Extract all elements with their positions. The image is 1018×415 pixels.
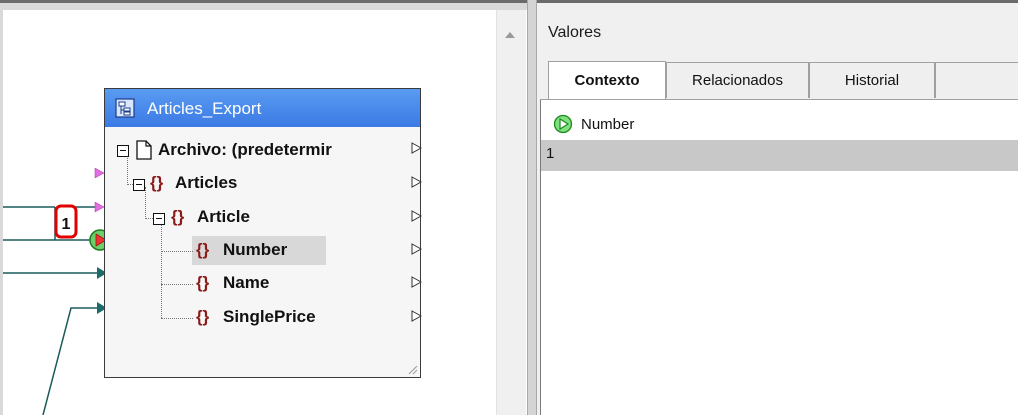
value-row[interactable]: 1 (541, 140, 1018, 171)
mapping-canvas[interactable]: 1 Articles_Export Archivo: (predetermir … (3, 10, 527, 415)
tree-node-root-label[interactable]: Archivo: (predetermir (158, 140, 332, 160)
tree-line (161, 284, 193, 285)
tree-line (161, 251, 193, 252)
input-port-icon[interactable] (94, 201, 105, 213)
tree-line (161, 318, 193, 319)
component-title: Articles_Export (147, 99, 262, 118)
collapse-toggle[interactable] (153, 213, 165, 225)
output-port-icon[interactable] (411, 243, 422, 255)
element-icon: {} (171, 207, 185, 226)
output-port-icon[interactable] (411, 310, 422, 322)
resize-grip-icon[interactable] (406, 363, 418, 375)
output-port-icon[interactable] (411, 142, 422, 154)
tree-line (145, 218, 153, 219)
panel-title: Valores (548, 24, 602, 41)
collapse-toggle[interactable] (133, 179, 145, 191)
tree-line (145, 187, 146, 219)
output-port-icon[interactable] (411, 176, 422, 188)
scroll-up-icon[interactable] (505, 32, 515, 38)
file-icon (136, 140, 152, 160)
element-icon: {} (196, 307, 210, 326)
element-icon: {} (196, 240, 210, 259)
canvas-vertical-scrollbar[interactable] (496, 10, 526, 415)
tab-historial[interactable]: Historial (809, 62, 935, 98)
values-header: Number (541, 112, 634, 136)
panel-splitter[interactable] (527, 0, 537, 415)
values-header-label: Number (581, 115, 635, 133)
tree-node-singleprice[interactable]: SinglePrice (223, 307, 316, 327)
play-icon (553, 114, 573, 134)
output-port-icon[interactable] (411, 210, 422, 222)
component-box[interactable]: Articles_Export Archivo: (predetermir {}… (104, 88, 422, 378)
collapse-toggle[interactable] (117, 145, 129, 157)
connection-line[interactable] (42, 307, 99, 415)
component-icon (115, 98, 135, 118)
tree-node-number[interactable]: Number (223, 240, 287, 260)
tab-overflow (935, 62, 1018, 98)
element-icon: {} (150, 173, 164, 192)
values-panel: Valores Contexto Relacionados Historial … (537, 3, 1018, 415)
tree-node-name[interactable]: Name (223, 273, 269, 293)
connection-badge-label: 1 (62, 216, 71, 233)
tab-relacionados[interactable]: Relacionados (666, 62, 809, 98)
element-icon: {} (196, 273, 210, 292)
tree-node-articles[interactable]: Articles (175, 173, 237, 193)
output-ports (411, 142, 422, 322)
output-port-icon[interactable] (411, 276, 422, 288)
component-header[interactable]: Articles_Export (105, 89, 420, 127)
value-cell: 1 (546, 145, 555, 162)
values-list[interactable]: Number 1 (540, 100, 1018, 415)
tree-line (161, 221, 162, 318)
tab-contexto[interactable]: Contexto (548, 61, 666, 99)
input-port-icon[interactable] (94, 167, 105, 179)
tree-node-article[interactable]: Article (197, 207, 250, 227)
